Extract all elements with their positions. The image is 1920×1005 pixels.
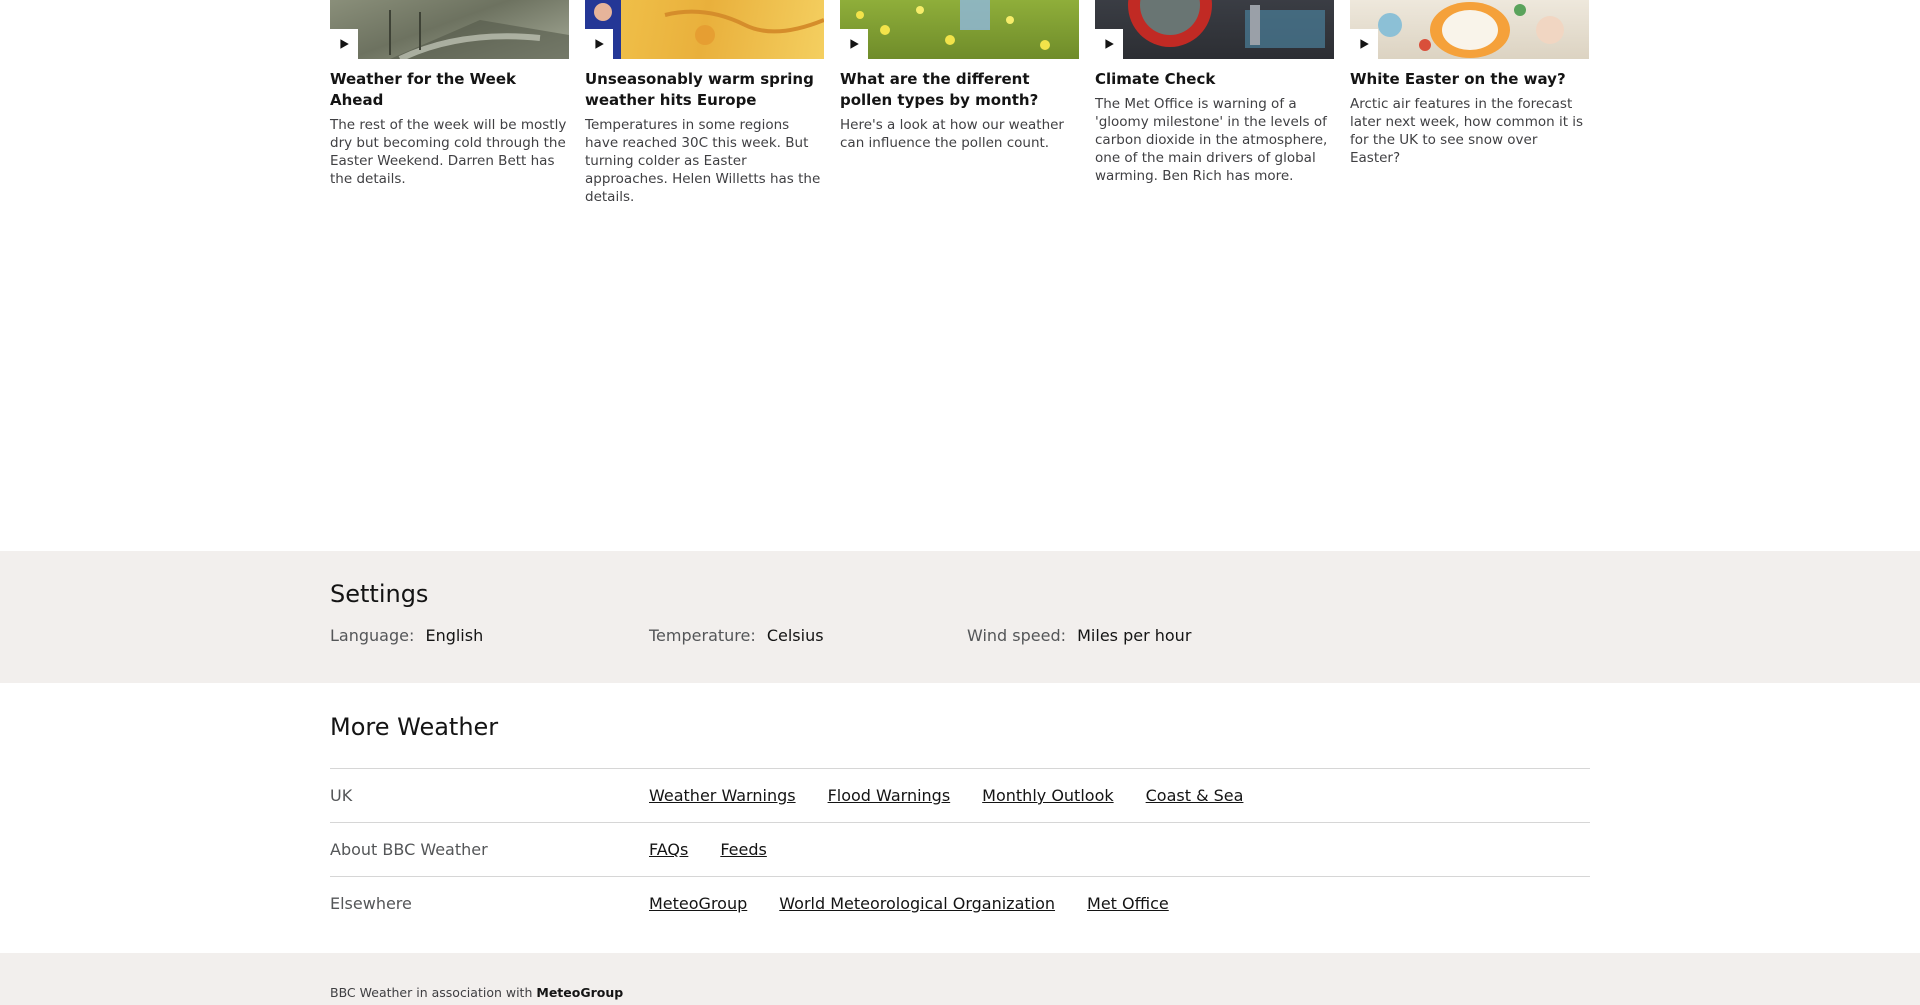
faqs-link[interactable]: FAQs	[649, 840, 688, 859]
video-thumbnail[interactable]	[1095, 0, 1334, 59]
video-thumbnail[interactable]	[840, 0, 1079, 59]
link-list: Weather Warnings Flood Warnings Monthly …	[649, 786, 1243, 805]
video-title[interactable]: Unseasonably warm spring weather hits Eu…	[585, 69, 824, 111]
video-description: Temperatures in some regions have reache…	[585, 117, 821, 205]
link-list: MeteoGroup World Meteorological Organiza…	[649, 894, 1169, 913]
play-icon[interactable]	[330, 29, 358, 59]
video-thumbnail[interactable]	[1350, 0, 1589, 59]
video-card[interactable]: Unseasonably warm spring weather hits Eu…	[585, 0, 824, 205]
feeds-link[interactable]: Feeds	[720, 840, 767, 859]
video-card[interactable]: Climate Check The Met Office is warning …	[1095, 0, 1334, 200]
video-thumbnail[interactable]	[585, 0, 824, 59]
video-title[interactable]: Climate Check	[1095, 69, 1334, 90]
video-description: The rest of the week will be mostly dry …	[330, 117, 567, 187]
video-description: Here's a look at how our weather can inf…	[840, 117, 1064, 151]
wind-speed-value[interactable]: Miles per hour	[1077, 626, 1191, 645]
play-icon[interactable]	[585, 29, 613, 59]
settings-title: Settings	[330, 580, 429, 608]
more-weather-row-about: About BBC Weather FAQs Feeds	[330, 822, 1590, 876]
wmo-link[interactable]: World Meteorological Organization	[779, 894, 1055, 913]
video-title[interactable]: Weather for the Week Ahead	[330, 69, 569, 111]
settings-row: Language: English Temperature: Celsius W…	[330, 626, 1330, 650]
meteogroup-link[interactable]: MeteoGroup	[649, 894, 747, 913]
more-weather-row-uk: UK Weather Warnings Flood Warnings Month…	[330, 768, 1590, 822]
video-thumbnail[interactable]	[330, 0, 569, 59]
thumbnail-image	[389, 10, 569, 59]
thumbnail-image	[585, 0, 824, 59]
flood-warnings-link[interactable]: Flood Warnings	[828, 786, 951, 805]
temperature-value[interactable]: Celsius	[767, 626, 824, 645]
language-value[interactable]: English	[425, 626, 483, 645]
wind-speed-label: Wind speed:	[967, 626, 1067, 645]
row-label: UK	[330, 786, 353, 805]
video-card[interactable]: Weather for the Week Ahead The rest of t…	[330, 0, 569, 200]
play-icon[interactable]	[840, 29, 868, 59]
monthly-outlook-link[interactable]: Monthly Outlook	[982, 786, 1113, 805]
more-weather-row-elsewhere: Elsewhere MeteoGroup World Meteorologica…	[330, 876, 1590, 930]
video-title[interactable]: White Easter on the way?	[1350, 69, 1589, 90]
play-icon[interactable]	[1350, 29, 1378, 59]
video-description: The Met Office is warning of a 'gloomy m…	[1095, 96, 1328, 184]
coast-and-sea-link[interactable]: Coast & Sea	[1146, 786, 1244, 805]
temperature-label: Temperature:	[649, 626, 756, 645]
settings-section	[0, 551, 1920, 683]
more-weather-title: More Weather	[330, 713, 499, 741]
footer-association: BBC Weather in association with MeteoGro…	[330, 985, 623, 1000]
association-text: BBC Weather in association with	[330, 985, 533, 1000]
language-label: Language:	[330, 626, 415, 645]
thumbnail-image	[856, 0, 1050, 50]
language-setting[interactable]: Language: English	[330, 626, 483, 645]
temperature-setting[interactable]: Temperature: Celsius	[649, 626, 824, 645]
thumbnail-image	[1128, 0, 1325, 48]
meteogroup-brand-link[interactable]: MeteoGroup	[536, 985, 623, 1000]
met-office-link[interactable]: Met Office	[1087, 894, 1169, 913]
link-list: FAQs Feeds	[649, 840, 767, 859]
footer	[0, 953, 1920, 1005]
video-description: Arctic air features in the forecast late…	[1350, 96, 1584, 166]
video-title[interactable]: What are the different pollen types by m…	[840, 69, 1079, 111]
wind-speed-setting[interactable]: Wind speed: Miles per hour	[967, 626, 1191, 645]
video-card[interactable]: White Easter on the way? Arctic air feat…	[1350, 0, 1589, 200]
video-cards-row: Weather for the Week Ahead The rest of t…	[330, 0, 1590, 205]
video-card[interactable]: What are the different pollen types by m…	[840, 0, 1079, 200]
row-label: About BBC Weather	[330, 840, 488, 859]
thumbnail-image	[1378, 2, 1564, 58]
row-label: Elsewhere	[330, 894, 412, 913]
play-icon[interactable]	[1095, 29, 1123, 59]
weather-warnings-link[interactable]: Weather Warnings	[649, 786, 796, 805]
more-weather-table: UK Weather Warnings Flood Warnings Month…	[330, 768, 1590, 930]
